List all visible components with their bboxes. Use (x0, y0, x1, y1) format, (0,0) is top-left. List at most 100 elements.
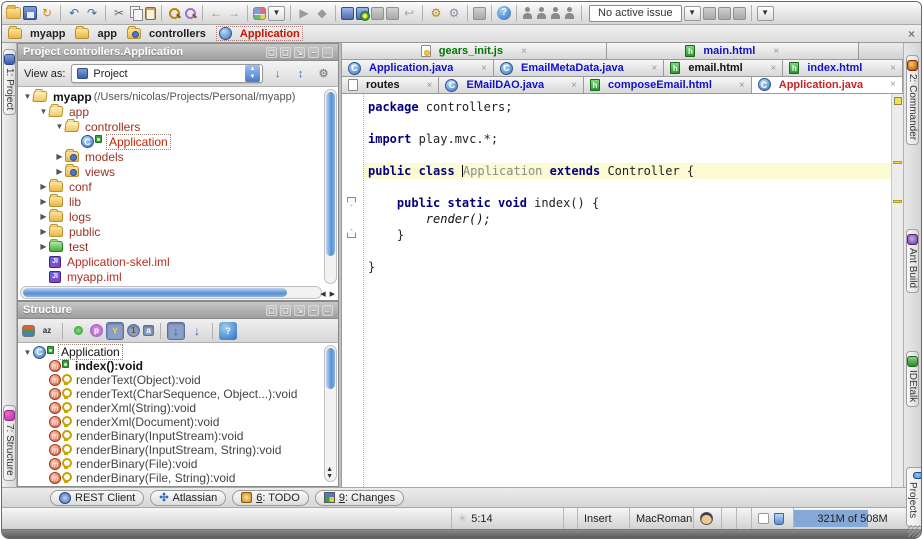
autoscroll-to-source-icon[interactable]: ↓ (167, 322, 185, 340)
tab-close-icon[interactable]: × (739, 80, 745, 91)
tree-item-index-void[interactable]: mindex():void (18, 359, 338, 373)
code-line-11[interactable]: } (368, 259, 891, 275)
editor-tab-routes[interactable]: routes× (342, 77, 439, 93)
code-line-8[interactable]: render(); (368, 211, 891, 227)
module-dependencies-icon[interactable] (356, 7, 369, 20)
tab-close-icon[interactable]: × (890, 79, 896, 90)
idetalk-away-icon[interactable] (550, 6, 562, 20)
tree-item-renderbinary-inputstream-string-void[interactable]: mrenderBinary(InputStream, String):void (18, 443, 338, 457)
collapse-all-icon[interactable]: ↕ (292, 65, 309, 82)
hide-button-icon[interactable]: ← (322, 305, 333, 316)
tree-down-arrow-icon[interactable]: ▼ (22, 348, 33, 357)
editor-tab-index-html[interactable]: hindex.html× (783, 60, 903, 76)
cursor-position-cell[interactable]: ✳ 5:14 (451, 508, 563, 529)
rollback-icon[interactable]: ↩ (401, 5, 417, 21)
settings-gear-icon[interactable]: ⚙ (315, 65, 332, 82)
undo-icon[interactable]: ↶ (66, 5, 82, 21)
tree-item-logs[interactable]: ▶logs (18, 209, 338, 224)
inspection-status-icon[interactable] (894, 97, 902, 105)
garbage-collector-icon[interactable] (774, 513, 784, 525)
tree-item-public[interactable]: ▶public (18, 224, 338, 239)
save-icon[interactable] (23, 6, 37, 20)
tree-right-arrow-icon[interactable]: ▶ (38, 197, 49, 206)
open-icon[interactable] (6, 7, 21, 19)
run-icon[interactable]: ▶ (296, 5, 312, 21)
overflow-dropdown[interactable]: ▼ (757, 6, 774, 21)
comment-icon[interactable] (733, 7, 746, 20)
code-line-9[interactable]: } (368, 227, 891, 243)
tree-item-lib[interactable]: ▶lib (18, 194, 338, 209)
warning-stripe-mark[interactable] (893, 161, 902, 164)
editor-tab-email-html[interactable]: hemail.html× (664, 60, 783, 76)
code-line-5[interactable]: public class Application extends Control… (364, 163, 891, 179)
memory-indicator[interactable]: 321M of 508M (793, 508, 911, 529)
tree-item-application[interactable]: ▼CApplication (18, 345, 338, 359)
breadcrumb-item-myapp[interactable]: myapp (8, 28, 65, 40)
replace-icon[interactable] (183, 6, 197, 20)
tree-item-application[interactable]: CApplication (18, 134, 338, 149)
editor-tab-gears-init-js[interactable]: gears_init.js× (342, 43, 607, 59)
inspector-cell[interactable] (693, 508, 721, 529)
tab-close-icon[interactable]: × (771, 63, 777, 74)
code-line-3[interactable]: import play.mvc.*; (368, 131, 891, 147)
tab-close-icon[interactable]: × (651, 63, 657, 74)
show-anonymous-icon[interactable]: 1 (127, 324, 140, 337)
active-issue-combo[interactable]: No active issue (589, 5, 682, 22)
tree-item-controllers[interactable]: ▼controllers (18, 119, 338, 134)
idetalk-user-icon[interactable] (522, 6, 534, 20)
editor-tab-composeemail-html[interactable]: hcomposeEmail.html× (584, 77, 752, 93)
tree-right-arrow-icon[interactable]: ▶ (54, 152, 65, 161)
breadcrumb-item-controllers[interactable]: controllers (127, 28, 206, 40)
copy-reference-icon[interactable] (371, 7, 384, 20)
hide-button-icon[interactable]: ← (322, 47, 333, 58)
editor-tab-main-html[interactable]: hmain.html× (607, 43, 859, 59)
encoding-cell[interactable]: MacRoman (629, 508, 693, 529)
pin-button-icon[interactable]: ↘ (294, 47, 305, 58)
code-line-7[interactable]: public static void index() { (368, 195, 891, 211)
tree-item-app[interactable]: ▼app (18, 104, 338, 119)
show-inherited-icon[interactable]: Y (106, 322, 124, 340)
tab-close-icon[interactable]: × (571, 80, 577, 91)
tree-item-rendertext-charsequence-object-void[interactable]: mrenderText(CharSequence, Object...):voi… (18, 387, 338, 401)
sort-by-visibility-icon[interactable] (22, 325, 35, 337)
help-icon[interactable]: ? (219, 322, 237, 340)
code-line-6[interactable] (368, 179, 891, 195)
tree-right-arrow-icon[interactable]: ▶ (38, 242, 49, 251)
copy-icon[interactable] (129, 6, 143, 20)
tool-button-ant-build[interactable]: Ant Build (906, 229, 919, 293)
search-icon[interactable] (167, 6, 181, 20)
paste-special-icon[interactable] (386, 7, 399, 20)
tab-close-icon[interactable]: × (773, 46, 779, 57)
editor-gutter[interactable] (342, 94, 364, 487)
module-settings-icon[interactable] (341, 7, 354, 20)
project-horizontal-scrollbar[interactable] (20, 286, 322, 299)
tree-right-arrow-icon[interactable]: ▶ (54, 167, 65, 176)
code-line-10[interactable] (368, 243, 891, 259)
back-icon[interactable]: ← (208, 5, 224, 21)
tree-right-arrow-icon[interactable]: ▶ (38, 182, 49, 191)
tree-down-arrow-icon[interactable]: ▼ (22, 92, 33, 101)
tree-item-conf[interactable]: ▶conf (18, 179, 338, 194)
tree-item-renderxml-document-void[interactable]: mrenderXml(Document):void (18, 415, 338, 429)
dock-button-icon[interactable]: ◻ (280, 47, 291, 58)
tree-down-arrow-icon[interactable]: ▼ (54, 122, 65, 131)
autoscroll-from-source-icon[interactable]: ↓ (188, 322, 206, 340)
run-config-icon[interactable] (253, 7, 266, 20)
tool-button-7-structure[interactable]: 7: Structure (3, 405, 16, 481)
warning-stripe-mark[interactable] (893, 200, 902, 203)
project-vertical-scrollbar[interactable] (324, 89, 337, 284)
changes-button[interactable]: 9: Changes (315, 490, 404, 506)
debug-icon[interactable]: ◆ (314, 5, 330, 21)
tree-item-models[interactable]: ▶models (18, 149, 338, 164)
editor-tab-application-java[interactable]: CApplication.java× (752, 77, 903, 93)
tree-item-renderbinary-inputstream-void[interactable]: mrenderBinary(InputStream):void (18, 429, 338, 443)
jar-icon[interactable] (703, 7, 716, 20)
tree-item-views[interactable]: ▶views (18, 164, 338, 179)
tree-down-arrow-icon[interactable]: ▼ (38, 107, 49, 116)
resize-grip[interactable] (908, 525, 920, 537)
redo-icon[interactable]: ↷ (84, 5, 100, 21)
scroll-to-source-icon[interactable]: ↓ (269, 65, 286, 82)
float-button-icon[interactable]: ◻ (266, 305, 277, 316)
tree-right-arrow-icon[interactable]: ▶ (38, 227, 49, 236)
editor-tab-emaildao-java[interactable]: CEMailDAO.java× (439, 77, 584, 93)
